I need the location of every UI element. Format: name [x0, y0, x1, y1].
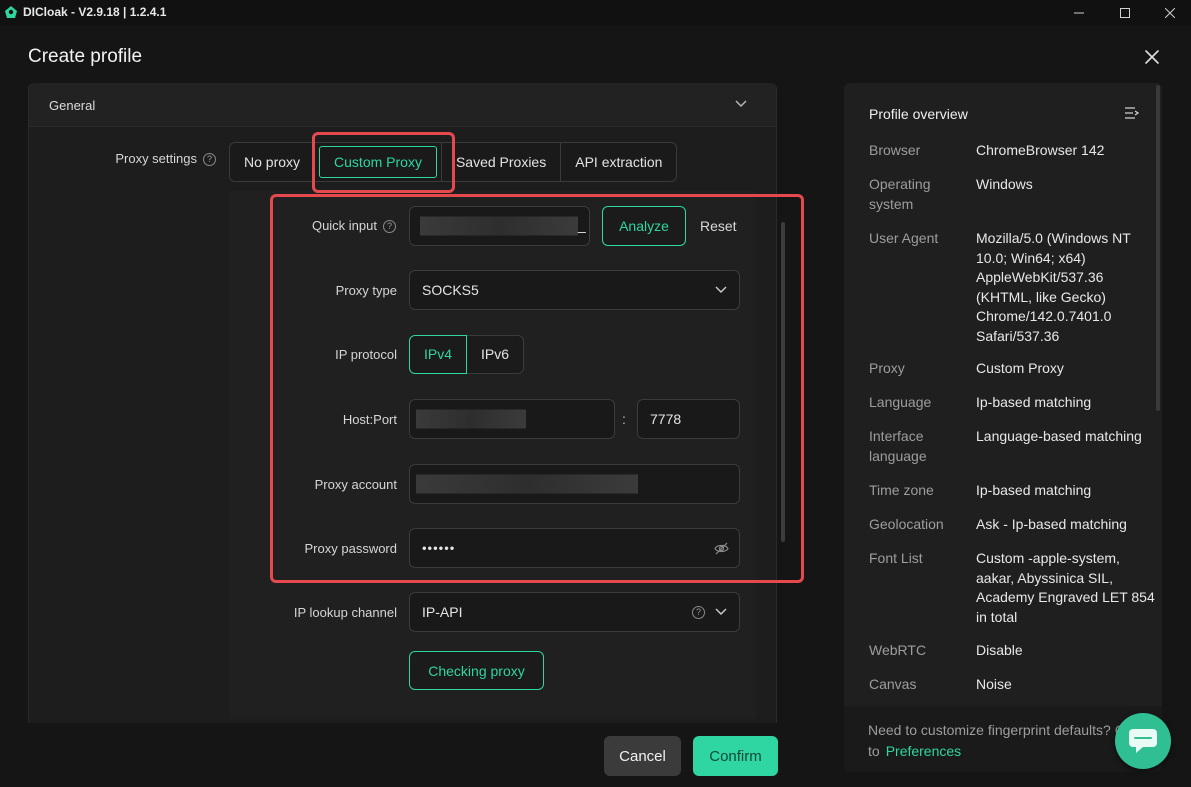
- proxy-type-value: SOCKS5: [422, 282, 479, 298]
- overview-value: Windows: [976, 176, 1033, 192]
- checking-proxy-button[interactable]: Checking proxy: [409, 651, 544, 690]
- overview-key: Geolocation: [869, 516, 944, 532]
- proxy-account-field[interactable]: [409, 464, 740, 504]
- tab-custom-proxy[interactable]: Custom Proxy: [319, 146, 437, 178]
- overview-key: WebRTC: [869, 642, 927, 658]
- eye-off-icon[interactable]: [714, 542, 729, 555]
- profile-overview-panel: Profile overview Browser ChromeBrowser 1…: [844, 83, 1162, 772]
- proxy-password-label: Proxy password: [304, 541, 397, 556]
- overview-value: Language-based matching: [976, 428, 1142, 444]
- overview-footer-text: Need to customize fingerprint defaults? …: [868, 722, 1134, 738]
- redacted-value: [420, 216, 578, 236]
- proxy-settings-text: Proxy settings: [115, 151, 197, 166]
- redacted-value: [416, 474, 638, 494]
- port-field[interactable]: 7778: [637, 399, 740, 439]
- ip-lookup-select[interactable]: IP-API ?: [409, 592, 740, 632]
- overview-key: Interface language: [869, 428, 927, 464]
- quick-input-field[interactable]: _: [409, 206, 590, 246]
- proxy-password-field[interactable]: ••••••: [409, 528, 740, 568]
- close-icon: [1165, 7, 1175, 18]
- dialog-close-icon[interactable]: [1142, 47, 1162, 67]
- port-value: 7778: [650, 411, 682, 427]
- maximize-button[interactable]: [1102, 0, 1148, 25]
- reset-button[interactable]: Reset: [700, 218, 737, 234]
- quick-input-label: Quick input?: [240, 218, 396, 233]
- overview-key: Browser: [869, 142, 921, 158]
- tab-saved-proxies[interactable]: Saved Proxies: [440, 143, 562, 181]
- ip-lookup-label: IP lookup channel: [293, 605, 397, 620]
- overview-footer-line2: to Preferences: [868, 743, 961, 759]
- overview-key: Time zone: [869, 482, 934, 498]
- ip-lookup-value: IP-API: [422, 604, 463, 620]
- overview-key: User Agent: [869, 230, 939, 246]
- preferences-link[interactable]: Preferences: [886, 743, 961, 759]
- ipv6-option[interactable]: IPv6: [467, 335, 525, 374]
- window-titlebar: DICloak - V2.9.18 | 1.2.4.1: [0, 0, 1191, 25]
- profile-overview-title: Profile overview: [869, 106, 968, 122]
- ipv4-option[interactable]: IPv4: [409, 335, 468, 374]
- ip-protocol-selector: IPv4 IPv6: [409, 335, 525, 374]
- help-icon[interactable]: ?: [203, 153, 216, 166]
- general-section-label: General: [49, 98, 96, 113]
- confirm-button[interactable]: Confirm: [693, 736, 778, 776]
- minimize-button[interactable]: [1056, 0, 1102, 25]
- overview-value: Custom Proxy: [976, 360, 1064, 376]
- overview-value: Mozilla/5.0 (Windows NT 10.0; Win64; x64…: [976, 230, 1131, 344]
- cancel-button[interactable]: Cancel: [604, 736, 681, 776]
- general-section-header[interactable]: General: [29, 83, 776, 127]
- proxy-type-select[interactable]: SOCKS5: [409, 270, 740, 310]
- overview-value: Ask - Ip-based matching: [976, 516, 1127, 532]
- overview-value: Disable: [976, 642, 1023, 658]
- chevron-down-icon: [735, 100, 747, 107]
- quick-input-text: Quick input: [311, 218, 377, 233]
- help-icon[interactable]: ?: [692, 606, 705, 619]
- window-close-button[interactable]: [1147, 0, 1191, 25]
- chat-icon: [1129, 729, 1157, 753]
- overview-key: Font List: [869, 550, 923, 566]
- proxy-mode-selector: No proxy Custom Proxy Saved Proxies API …: [229, 142, 678, 182]
- tab-no-proxy[interactable]: No proxy: [230, 143, 316, 181]
- overview-key: Language: [869, 394, 932, 410]
- list-collapse-icon[interactable]: [1125, 107, 1139, 119]
- overview-value: Ip-based matching: [976, 394, 1092, 410]
- form-scrollbar[interactable]: [781, 222, 785, 542]
- chevron-down-icon: [715, 286, 727, 293]
- help-icon[interactable]: ?: [383, 220, 396, 233]
- maximize-icon: [1120, 7, 1130, 18]
- overview-value: ChromeBrowser 142: [976, 142, 1105, 158]
- dialog-title: Create profile: [28, 46, 143, 67]
- dicloak-logo-icon: [5, 6, 17, 18]
- analyze-button[interactable]: Analyze: [602, 206, 686, 246]
- overview-value: Ip-based matching: [976, 482, 1092, 498]
- overview-key: Operating system: [869, 176, 931, 212]
- overview-value: Noise: [976, 676, 1012, 692]
- proxy-settings-label: Proxy settings?: [60, 151, 216, 166]
- overview-footer-to: to: [868, 743, 880, 759]
- overview-scrollbar[interactable]: [1156, 85, 1160, 411]
- app-title: DICloak - V2.9.18 | 1.2.4.1: [23, 5, 167, 19]
- quick-input-cursor: _: [578, 217, 586, 233]
- tab-api-extraction[interactable]: API extraction: [561, 143, 676, 181]
- proxy-account-label: Proxy account: [314, 477, 397, 492]
- minimize-icon: [1074, 12, 1084, 13]
- host-port-label: Host:Port: [342, 412, 397, 427]
- chevron-down-icon: [715, 608, 727, 615]
- overview-key: Proxy: [869, 360, 905, 376]
- ip-protocol-label: IP protocol: [335, 347, 397, 362]
- host-field[interactable]: [409, 399, 615, 439]
- proxy-password-value: ••••••: [422, 540, 456, 556]
- overview-key: Canvas: [869, 676, 917, 692]
- overview-value: Custom -apple-system, aakar, Abyssinica …: [976, 550, 1155, 625]
- proxy-type-label: Proxy type: [335, 283, 397, 298]
- redacted-value: [416, 409, 526, 429]
- support-chat-button[interactable]: [1115, 713, 1171, 769]
- host-port-separator: :: [622, 411, 626, 427]
